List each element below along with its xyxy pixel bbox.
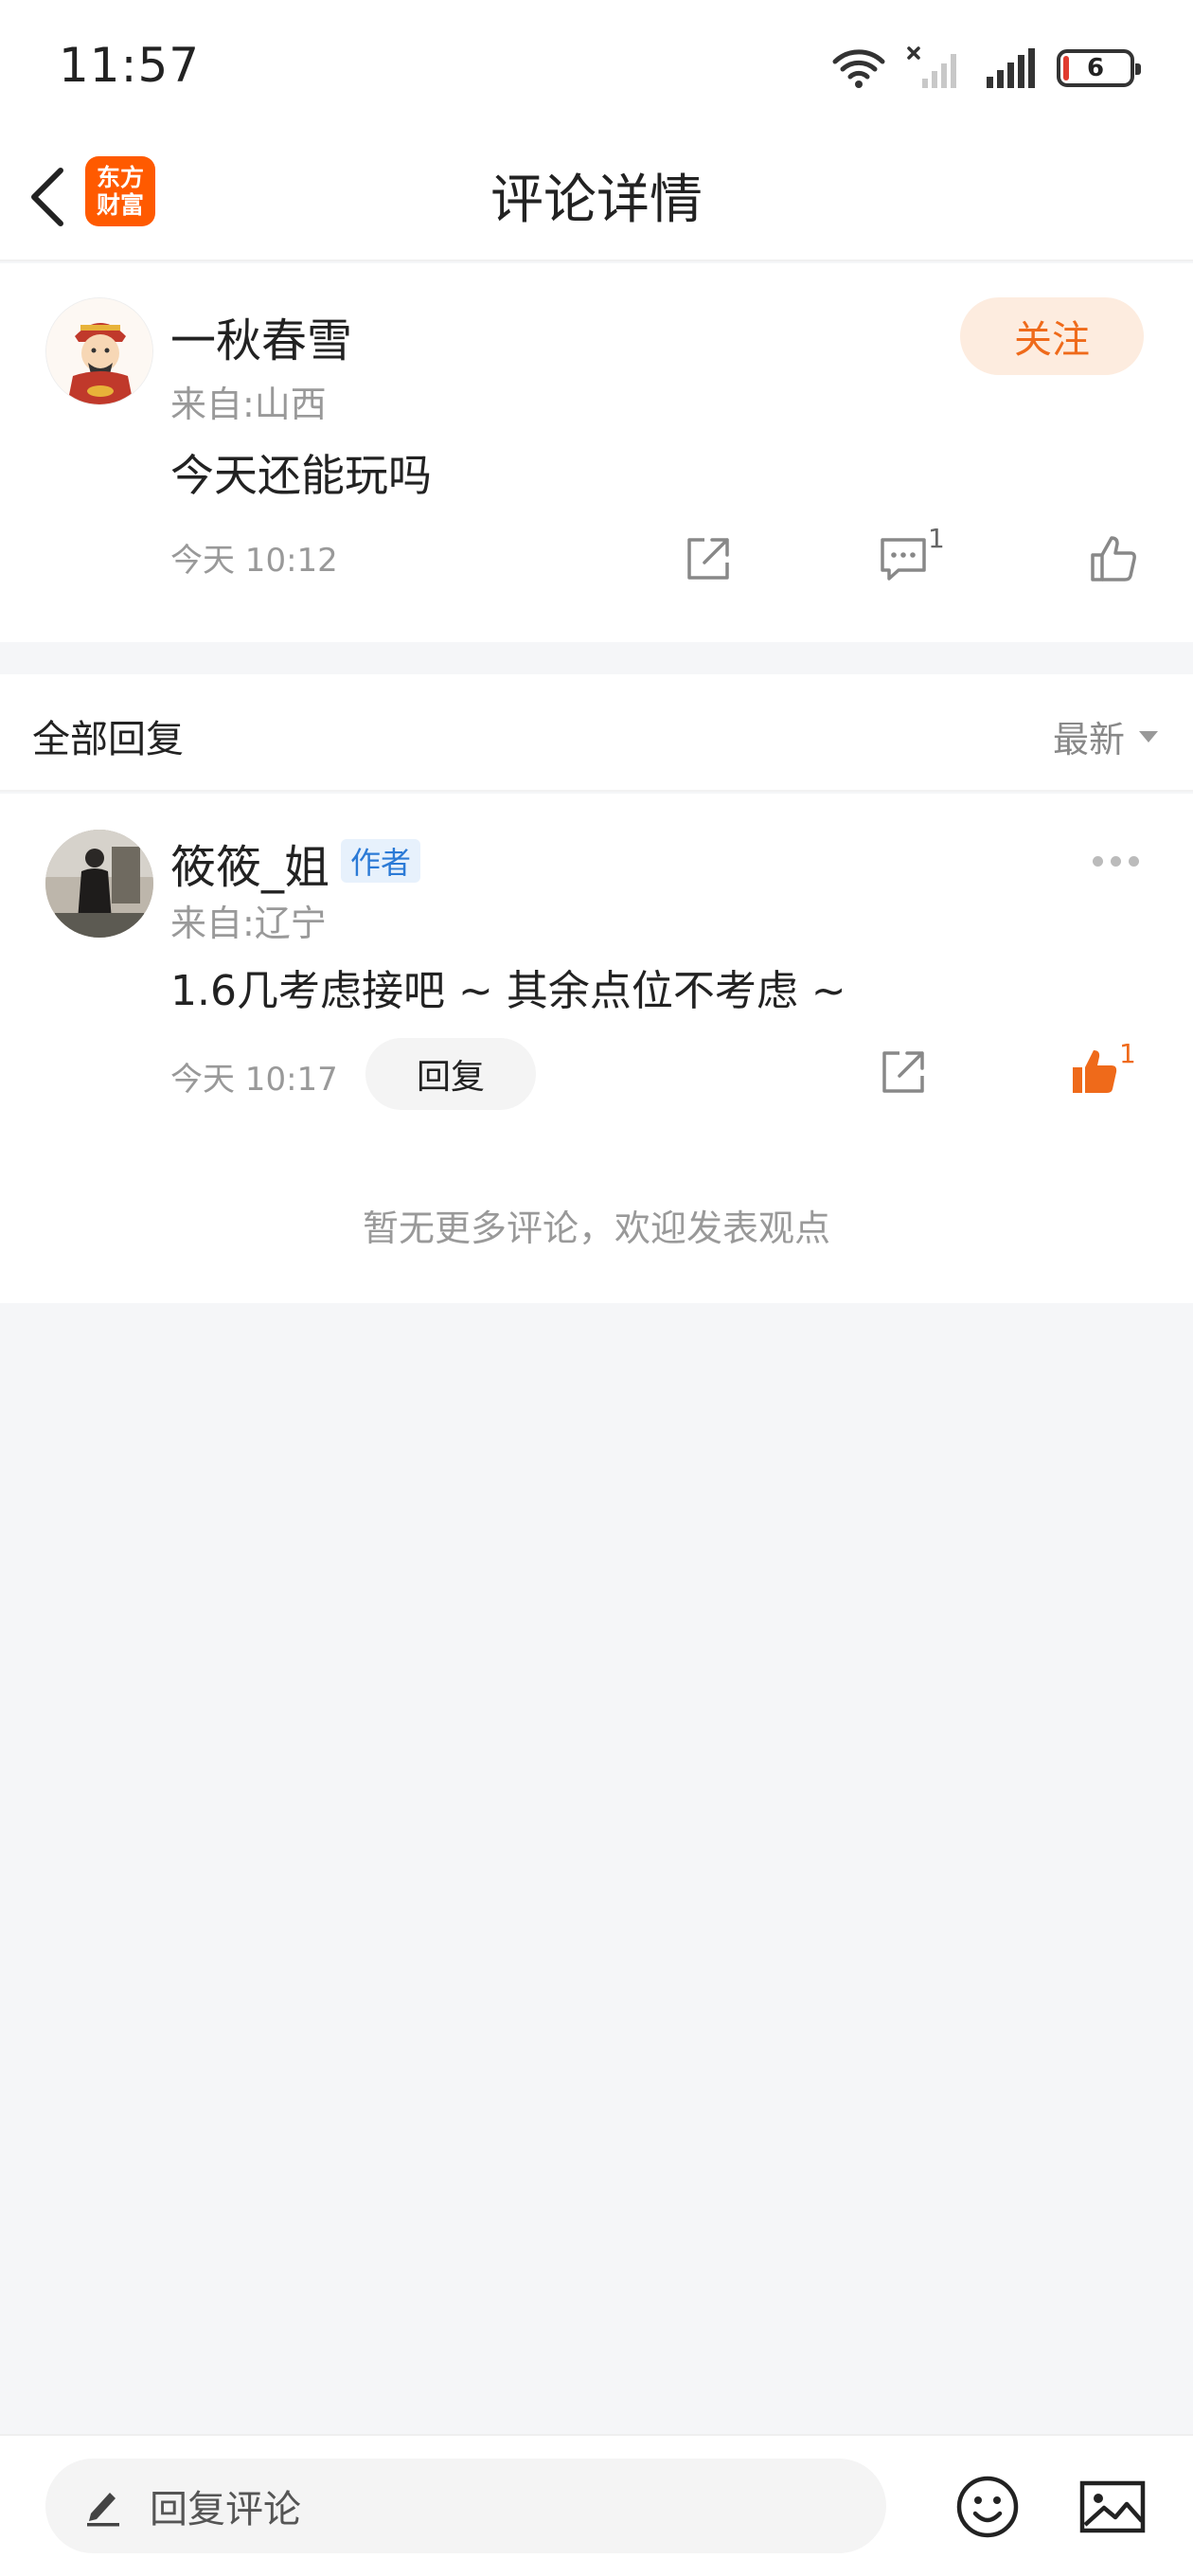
avatar[interactable] <box>45 297 153 405</box>
image-icon <box>1079 2480 1146 2533</box>
comment-count: 1 <box>928 523 945 554</box>
edit-icon <box>87 2493 119 2527</box>
replies-header: 全部回复 最新 <box>0 674 1193 792</box>
bottom-input-bar: 回复评论 <box>0 2434 1193 2576</box>
like-button[interactable] <box>1085 530 1142 587</box>
main-comment: 一秋春雪 关注 来自:山西 今天还能玩吗 今天 10:12 1 <box>0 263 1193 642</box>
more-dot <box>1111 856 1121 867</box>
comment-text: 今天还能玩吗 <box>170 450 432 501</box>
comment-icon <box>881 538 926 581</box>
more-dot <box>1129 856 1139 867</box>
status-time: 11:57 <box>59 38 201 93</box>
nav-bar: 东方 财富 评论详情 <box>0 133 1193 261</box>
more-options-icon[interactable] <box>1093 856 1139 867</box>
reply-like-count: 1 <box>1119 1038 1136 1069</box>
thumbs-up-icon <box>1091 536 1136 581</box>
caret-down-icon <box>1139 730 1158 742</box>
author-name[interactable]: 一秋春雪 <box>170 303 352 369</box>
signal-no-service-icon <box>907 46 956 88</box>
status-bar: 11:57 6 <box>0 0 1193 133</box>
avatar[interactable] <box>45 830 153 938</box>
comment-time: 今天 10:12 <box>170 542 338 580</box>
share-button[interactable] <box>680 530 737 587</box>
sort-dropdown[interactable]: 最新 <box>1053 710 1159 762</box>
replies-title: 全部回复 <box>32 718 184 761</box>
sort-label: 最新 <box>1052 719 1125 760</box>
god-of-wealth-avatar-icon <box>46 298 152 404</box>
reply-author-location: 来自:辽宁 <box>170 903 327 944</box>
author-location: 来自:山西 <box>170 384 327 425</box>
reply-time: 今天 10:17 <box>170 1061 338 1099</box>
reply-author-name[interactable]: 筱筱_姐 <box>170 830 329 896</box>
reply-share-button[interactable] <box>875 1044 932 1100</box>
signal-icon <box>987 48 1035 88</box>
emoji-button[interactable] <box>954 2474 1021 2540</box>
comment-button[interactable] <box>875 530 932 587</box>
thumbs-up-filled-icon <box>1073 1050 1117 1093</box>
author-badge: 作者 <box>341 839 421 883</box>
share-icon <box>687 538 729 580</box>
page-title: 评论详情 <box>490 170 703 231</box>
share-icon <box>882 1051 924 1093</box>
reply-input-placeholder: 回复评论 <box>150 2488 301 2531</box>
reply-button[interactable]: 回复 <box>365 1038 536 1110</box>
reply-text: 1.6几考虑接吧 ~ 其余点位不考虑 ~ <box>170 967 846 1015</box>
follow-button[interactable]: 关注 <box>960 297 1144 375</box>
reply-like-button[interactable] <box>1066 1044 1123 1100</box>
comment-detail-page: 11:57 6 东方 财富 评论详情 一秋春雪 关注 来自:山西 今天还能玩吗 … <box>0 0 1193 2576</box>
no-more-comments-text: 暂无更多评论，欢迎发表观点 <box>362 1208 830 1249</box>
user-photo-avatar-icon <box>45 830 153 938</box>
emoji-icon <box>956 2476 1019 2538</box>
more-dot <box>1093 856 1103 867</box>
reply-item: 筱筱_姐 作者 来自:辽宁 1.6几考虑接吧 ~ 其余点位不考虑 ~ 今天 10… <box>0 794 1193 1303</box>
battery-icon: 6 <box>1057 49 1141 87</box>
battery-level: 6 <box>1086 54 1105 82</box>
reply-comment-input[interactable]: 回复评论 <box>45 2459 886 2553</box>
status-icons: 6 <box>831 42 1141 95</box>
image-button[interactable] <box>1077 2474 1148 2540</box>
wifi-icon <box>832 49 885 88</box>
